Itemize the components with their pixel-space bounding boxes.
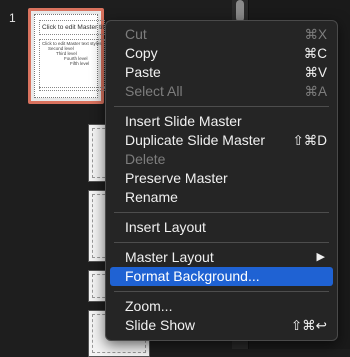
menu-item-paste[interactable]: Paste ⌘V (106, 63, 337, 82)
menu-item-slide-show[interactable]: Slide Show ⇧⌘↩ (106, 316, 337, 335)
menu-item-label: Select All (125, 83, 183, 99)
menu-item-label: Copy (125, 45, 158, 61)
menu-item-format-background[interactable]: Format Background... (110, 267, 333, 286)
menu-item-label: Rename (125, 189, 178, 205)
menu-item-zoom[interactable]: Zoom... (106, 297, 337, 316)
thumbnail-title: Click to edit Master title style (39, 20, 105, 35)
menu-separator (114, 242, 329, 243)
thumbnail-body-line: Fifth level (70, 61, 90, 66)
submenu-arrow-icon: ▶ (316, 251, 325, 263)
menu-item-insert-layout[interactable]: Insert Layout (106, 218, 337, 237)
thumbnail-canvas: Click to edit Master title style Click t… (34, 14, 105, 98)
menu-item-duplicate-slide-master[interactable]: Duplicate Slide Master ⇧⌘D (106, 131, 337, 150)
menu-item-label: Cut (125, 26, 147, 42)
slide-number: 1 (9, 11, 16, 25)
slide-master-thumbnail[interactable]: Click to edit Master title style Click t… (28, 8, 105, 104)
menu-item-delete[interactable]: Delete (106, 150, 337, 169)
menu-item-cut[interactable]: Cut ⌘X (106, 25, 337, 44)
menu-shortcut: ⌘V (304, 65, 327, 80)
thumbnail-body: Click to edit Master text styles Second … (39, 39, 105, 91)
menu-item-select-all[interactable]: Select All ⌘A (106, 82, 337, 101)
menu-shortcut: ⌘C (303, 46, 327, 61)
menu-separator (114, 291, 329, 292)
menu-item-copy[interactable]: Copy ⌘C (106, 44, 337, 63)
menu-item-label: Slide Show (125, 317, 196, 333)
menu-shortcut: ⌘X (304, 27, 327, 42)
menu-item-label: Insert Slide Master (125, 113, 242, 129)
menu-item-label: Zoom... (125, 298, 173, 314)
thumbnail-footer (39, 87, 105, 95)
menu-item-master-layout[interactable]: Master Layout ▶ (106, 248, 337, 267)
menu-item-label: Preserve Master (125, 170, 228, 186)
menu-item-label: Format Background... (125, 268, 260, 284)
menu-item-label: Insert Layout (125, 219, 206, 235)
menu-shortcut: ⇧⌘↩ (290, 318, 327, 333)
menu-item-label: Duplicate Slide Master (125, 132, 266, 148)
context-menu: Cut ⌘X Copy ⌘C Paste ⌘V Select All ⌘A In… (105, 20, 338, 341)
menu-item-rename[interactable]: Rename (106, 188, 337, 207)
menu-separator (114, 212, 329, 213)
menu-shortcut: ⌘A (304, 84, 327, 99)
menu-item-label: Paste (125, 64, 161, 80)
menu-item-label: Master Layout (125, 249, 214, 265)
scrollbar-thumb[interactable] (236, 0, 244, 22)
menu-item-preserve-master[interactable]: Preserve Master (106, 169, 337, 188)
menu-item-label: Delete (125, 151, 166, 167)
menu-shortcut: ⇧⌘D (292, 133, 327, 148)
menu-item-insert-slide-master[interactable]: Insert Slide Master (106, 112, 337, 131)
menu-separator (114, 106, 329, 107)
